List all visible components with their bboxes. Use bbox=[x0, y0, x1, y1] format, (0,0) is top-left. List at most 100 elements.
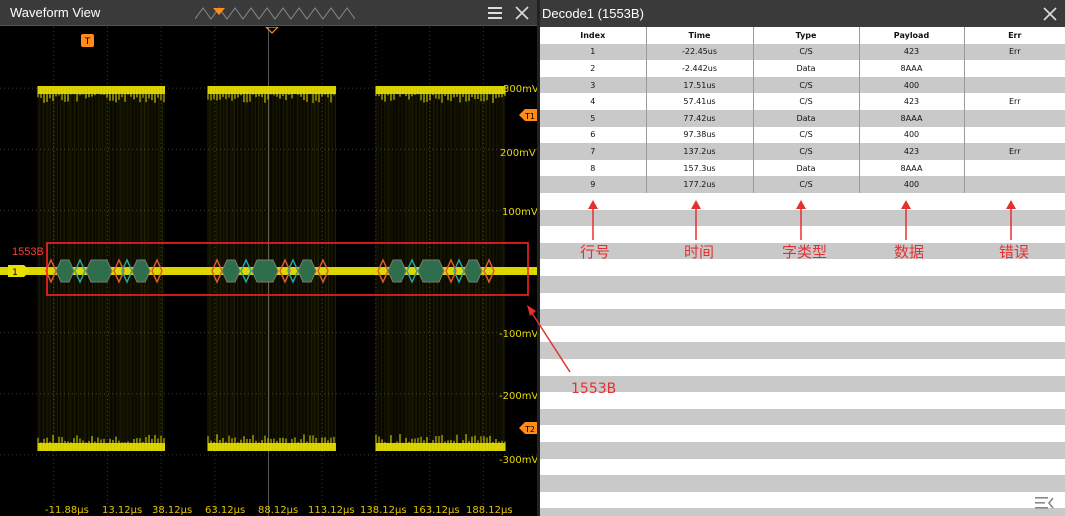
cell-type: C/S bbox=[753, 126, 860, 144]
table-stripe bbox=[540, 292, 1065, 310]
table-stripe bbox=[540, 491, 1065, 509]
waveform-titlebar: Waveform View bbox=[0, 0, 537, 26]
time-label: 63.12µs bbox=[205, 505, 246, 516]
column-header-payload[interactable]: Payload bbox=[859, 27, 965, 44]
cell-err: Err bbox=[1009, 97, 1021, 107]
bus-packet bbox=[251, 259, 279, 283]
cell-payload: 423 bbox=[859, 43, 965, 61]
close-icon[interactable] bbox=[513, 4, 531, 22]
cell-type: Data bbox=[753, 159, 860, 177]
waveform-title: Waveform View bbox=[10, 5, 101, 20]
list-menu-icon[interactable] bbox=[1033, 494, 1055, 512]
bus-label: 1553B bbox=[12, 246, 44, 258]
time-label: -11.88µs bbox=[45, 505, 89, 516]
cell-type: C/S bbox=[753, 143, 860, 160]
channel-1-marker-label: 1 bbox=[12, 268, 18, 278]
table-row[interactable]: 8 157.3us Data 8AAA bbox=[540, 159, 1065, 177]
table-row[interactable]: 2 -2.442us Data 8AAA bbox=[540, 60, 1065, 77]
cell-index: 9 bbox=[540, 176, 647, 193]
table-row[interactable]: 4 57.41us C/S 423 Err bbox=[540, 93, 1065, 110]
decode-panel: Decode1 (1553B) Index Time Type Payload … bbox=[540, 0, 1065, 516]
table-stripe bbox=[540, 508, 1065, 516]
arrow-up-icon bbox=[691, 200, 701, 240]
cell-err bbox=[964, 77, 1065, 94]
trace-top-rail bbox=[208, 86, 336, 94]
cell-type: C/S bbox=[753, 43, 860, 61]
cell-time: 177.2us bbox=[646, 176, 754, 193]
table-stripe bbox=[540, 309, 1065, 326]
menu-icon[interactable] bbox=[486, 4, 504, 22]
annotation-label: 字类型 bbox=[782, 243, 828, 261]
cell-payload: 400 bbox=[859, 76, 965, 94]
cell-time: -2.442us bbox=[646, 60, 754, 77]
table-stripe bbox=[540, 425, 1065, 442]
cell-index: 4 bbox=[540, 93, 647, 110]
column-header-index[interactable]: Index bbox=[540, 27, 647, 44]
trace-bottom-rail bbox=[376, 443, 505, 451]
time-label: 138.12µs bbox=[360, 505, 407, 516]
bus-packet bbox=[85, 259, 113, 283]
cell-time: 17.51us bbox=[646, 76, 754, 94]
close-icon[interactable] bbox=[1041, 5, 1059, 23]
cell-index: 1 bbox=[540, 43, 647, 61]
table-stripe bbox=[540, 325, 1065, 343]
cell-type: C/S bbox=[753, 176, 860, 193]
waveform-display[interactable]: T1T1T2 bbox=[0, 27, 537, 516]
cell-err: Err bbox=[1009, 47, 1021, 57]
table-header-row: Index Time Type Payload Err bbox=[540, 27, 1065, 44]
column-header-type[interactable]: Type bbox=[753, 27, 860, 44]
cell-payload: 423 bbox=[859, 93, 965, 110]
trigger-marker-label: T bbox=[84, 37, 91, 47]
decode-title: Decode1 (1553B) bbox=[542, 6, 644, 21]
time-label: 163.12µs bbox=[413, 505, 460, 516]
cell-index: 5 bbox=[540, 109, 647, 127]
cell-err bbox=[964, 110, 1065, 127]
table-stripe bbox=[540, 475, 1065, 492]
time-label: 113.12µs bbox=[308, 505, 355, 516]
arrow-up-icon bbox=[796, 200, 806, 240]
voltage-label: -200mV bbox=[499, 391, 539, 402]
table-stripe bbox=[540, 375, 1065, 393]
cell-type: C/S bbox=[753, 76, 860, 94]
table-row[interactable]: 5 77.42us Data 8AAA bbox=[540, 109, 1065, 127]
cell-time: 77.42us bbox=[646, 109, 754, 127]
table-row[interactable]: 9 177.2us C/S 400 bbox=[540, 176, 1065, 193]
annotation-label: 行号 bbox=[580, 243, 611, 261]
time-label: 13.12µs bbox=[102, 505, 143, 516]
table-row[interactable]: 3 17.51us C/S 400 bbox=[540, 76, 1065, 94]
cell-time: 157.3us bbox=[646, 159, 754, 177]
center-trigger-icon bbox=[265, 27, 279, 34]
cell-time: 137.2us bbox=[646, 143, 754, 160]
cell-type: C/S bbox=[753, 93, 860, 110]
cell-index: 7 bbox=[540, 143, 647, 160]
cell-payload: 400 bbox=[859, 176, 965, 193]
bus-callout-label: 1553B bbox=[571, 381, 617, 397]
voltage-label: 200mV bbox=[500, 148, 536, 159]
cell-err bbox=[964, 60, 1065, 77]
cell-index: 8 bbox=[540, 159, 647, 177]
arrow-up-icon bbox=[588, 200, 598, 240]
cell-err bbox=[964, 127, 1065, 144]
table-stripe bbox=[540, 458, 1065, 476]
cell-time: 57.41us bbox=[646, 93, 754, 110]
cell-err bbox=[964, 176, 1065, 193]
bus-packet bbox=[417, 259, 445, 283]
cell-payload: 8AAA bbox=[859, 109, 965, 127]
waveform-panel: Waveform View T 1 T1 T2 300mV 200mV 100mV -… bbox=[0, 0, 539, 516]
cell-payload: 400 bbox=[859, 126, 965, 144]
column-header-err[interactable]: Err bbox=[964, 27, 1065, 44]
decode-titlebar: Decode1 (1553B) bbox=[540, 0, 1065, 27]
column-header-time[interactable]: Time bbox=[646, 27, 754, 44]
cell-payload: 8AAA bbox=[859, 60, 965, 77]
table-row[interactable]: 6 97.38us C/S 400 bbox=[540, 126, 1065, 144]
cell-type: Data bbox=[753, 109, 860, 127]
table-stripe bbox=[540, 392, 1065, 409]
bus-packet bbox=[387, 259, 407, 283]
voltage-label: -100mV bbox=[499, 329, 539, 340]
table-row[interactable]: 1 -22.45us C/S 423 Err bbox=[540, 43, 1065, 61]
annotation-label: 时间 bbox=[684, 243, 715, 261]
time-label: 88.12µs bbox=[258, 505, 299, 516]
waveform-overview-bar[interactable] bbox=[195, 6, 355, 21]
table-row[interactable]: 7 137.2us C/S 423 Err bbox=[540, 143, 1065, 160]
table-stripe bbox=[540, 442, 1065, 459]
